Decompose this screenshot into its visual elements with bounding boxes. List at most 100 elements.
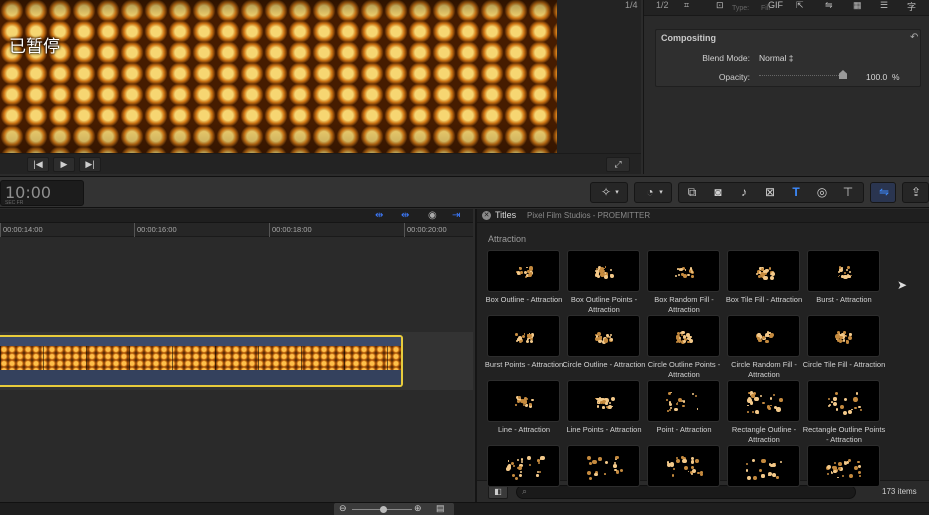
zoom-in-icon[interactable]: ⊕: [414, 503, 422, 514]
ruler-tick: 00:00:20:00: [404, 223, 447, 237]
magic-wand-menu[interactable]: ✧ ▾: [590, 182, 628, 203]
particle: [690, 275, 694, 278]
snapping-icon[interactable]: ⇥: [452, 210, 460, 221]
sidebar-toggle-button[interactable]: ◧: [488, 485, 508, 499]
particle: [857, 460, 860, 463]
title-thumbnail[interactable]: [568, 251, 639, 291]
photos-browser-icon[interactable]: ◙: [705, 183, 731, 202]
transitions-browser-icon[interactable]: ⊠: [757, 183, 783, 202]
title-thumbnail[interactable]: [808, 446, 879, 486]
particle: [537, 459, 540, 462]
next-frame-button[interactable]: ▶|: [79, 157, 101, 172]
fullscreen-button[interactable]: ⤢: [606, 157, 630, 172]
particle: [848, 410, 853, 415]
title-thumbnail[interactable]: [648, 381, 719, 421]
retime-menu[interactable]: ◔ ▾: [634, 182, 672, 203]
particle: [604, 460, 609, 464]
timeline-index-button[interactable]: ⇋: [870, 182, 896, 203]
title-thumbnail[interactable]: [488, 316, 559, 356]
mouse-cursor-icon: ➤: [897, 278, 908, 292]
blend-mode-select[interactable]: Normal ‡: [759, 53, 793, 63]
zoom-out-icon[interactable]: ⊖: [339, 503, 347, 514]
particle: [675, 274, 678, 277]
audio-skimming-icon[interactable]: ⇹: [375, 210, 383, 221]
list-icon[interactable]: ☰: [880, 0, 888, 11]
text-icon[interactable]: 字: [907, 0, 916, 13]
title-thumbnail[interactable]: [648, 251, 719, 291]
opacity-value[interactable]: 100.0: [866, 72, 887, 82]
browser-subtitle: Pixel Film Studios - PROEMITTER: [527, 211, 651, 220]
title-thumbnail[interactable]: [488, 381, 559, 421]
paused-status-text: 已暂停: [9, 37, 60, 57]
title-label: Line - Attraction: [497, 425, 551, 434]
particle: [751, 393, 755, 398]
title-thumbnail[interactable]: [568, 381, 639, 421]
title-thumbnail[interactable]: [728, 381, 799, 421]
crop-icon[interactable]: ⌗: [684, 0, 689, 11]
waveform-icon[interactable]: ⇹: [401, 210, 409, 221]
title-thumbnail[interactable]: [648, 446, 719, 486]
particle: [614, 468, 617, 472]
particle: [859, 408, 862, 411]
search-input[interactable]: ⌕: [516, 485, 856, 499]
title-thumbnail[interactable]: [808, 381, 879, 421]
particle: [683, 465, 688, 470]
viewer-canvas[interactable]: [0, 0, 557, 153]
transform-icon[interactable]: ⊡: [716, 0, 724, 11]
title-thumbnail[interactable]: [568, 446, 639, 486]
solo-icon[interactable]: ◉: [428, 210, 437, 221]
timecode-display[interactable]: 10:00 SEC FR: [0, 180, 84, 206]
titles-browser-icon[interactable]: T: [783, 183, 809, 202]
previous-frame-button[interactable]: |◀: [27, 157, 49, 172]
timeline-panel[interactable]: ⇹ ⇹ ◉ ⇥ 00:00:14:00 00:00:16:00 00:00:18…: [0, 209, 473, 502]
title-thumbnail[interactable]: [728, 251, 799, 291]
particle: [747, 404, 749, 407]
share-button[interactable]: ⇪: [902, 182, 929, 203]
particle: [666, 398, 669, 401]
particle: [594, 472, 598, 476]
title-label: Box Outline Points - Attraction: [570, 295, 638, 314]
particle: [855, 392, 859, 395]
themes-browser-icon[interactable]: ⊤: [835, 183, 861, 202]
particle: [844, 397, 848, 401]
particle: [779, 460, 783, 464]
adjust-icon[interactable]: ⇋: [825, 0, 833, 11]
particle: [677, 274, 681, 277]
grid-icon[interactable]: ▦: [853, 0, 862, 11]
particle: [854, 465, 859, 470]
title-thumbnail[interactable]: [728, 316, 799, 356]
title-thumbnail[interactable]: [488, 251, 559, 291]
timeline-ruler[interactable]: 00:00:14:00 00:00:16:00 00:00:18:00 00:0…: [0, 223, 473, 237]
particle: [848, 332, 852, 336]
title-thumbnail[interactable]: [728, 446, 799, 486]
zoom-control[interactable]: ⊖ ⊕ ▤: [334, 503, 454, 515]
title-thumbnail[interactable]: [808, 251, 879, 291]
play-button[interactable]: ▶: [53, 157, 75, 172]
particle: [597, 336, 601, 341]
particle: [831, 400, 833, 403]
particle: [850, 274, 853, 277]
particle: [834, 461, 837, 464]
reset-icon[interactable]: ↶: [910, 32, 918, 43]
particle: [843, 411, 848, 416]
opacity-slider-knob[interactable]: [839, 70, 847, 79]
particle: [519, 271, 523, 274]
title-thumbnail[interactable]: [568, 316, 639, 356]
music-browser-icon[interactable]: ♪: [731, 183, 757, 202]
particle: [526, 266, 528, 269]
title-thumbnail[interactable]: [488, 446, 559, 486]
zoom-slider-knob[interactable]: [380, 506, 387, 513]
title-label: Burst - Attraction: [816, 295, 872, 304]
selected-video-clip[interactable]: [0, 335, 403, 387]
gif-icon[interactable]: GIF: [768, 0, 783, 10]
clip-appearance-icon[interactable]: ▤: [436, 503, 445, 514]
clips-browser-icon[interactable]: ⧉: [679, 183, 705, 202]
inspector-tabs: 1/4 1/2 ⌗ ⊡ Type: Fill GIF ⇱ ⇋ ▦ ☰ 字: [625, 0, 929, 16]
generators-browser-icon[interactable]: ◎: [809, 183, 835, 202]
opacity-slider[interactable]: [759, 75, 847, 78]
particle: [588, 476, 593, 481]
export-icon[interactable]: ⇱: [796, 0, 804, 11]
close-icon[interactable]: ✕: [482, 211, 491, 220]
title-thumbnail[interactable]: [648, 316, 719, 356]
title-thumbnail[interactable]: [808, 316, 879, 356]
